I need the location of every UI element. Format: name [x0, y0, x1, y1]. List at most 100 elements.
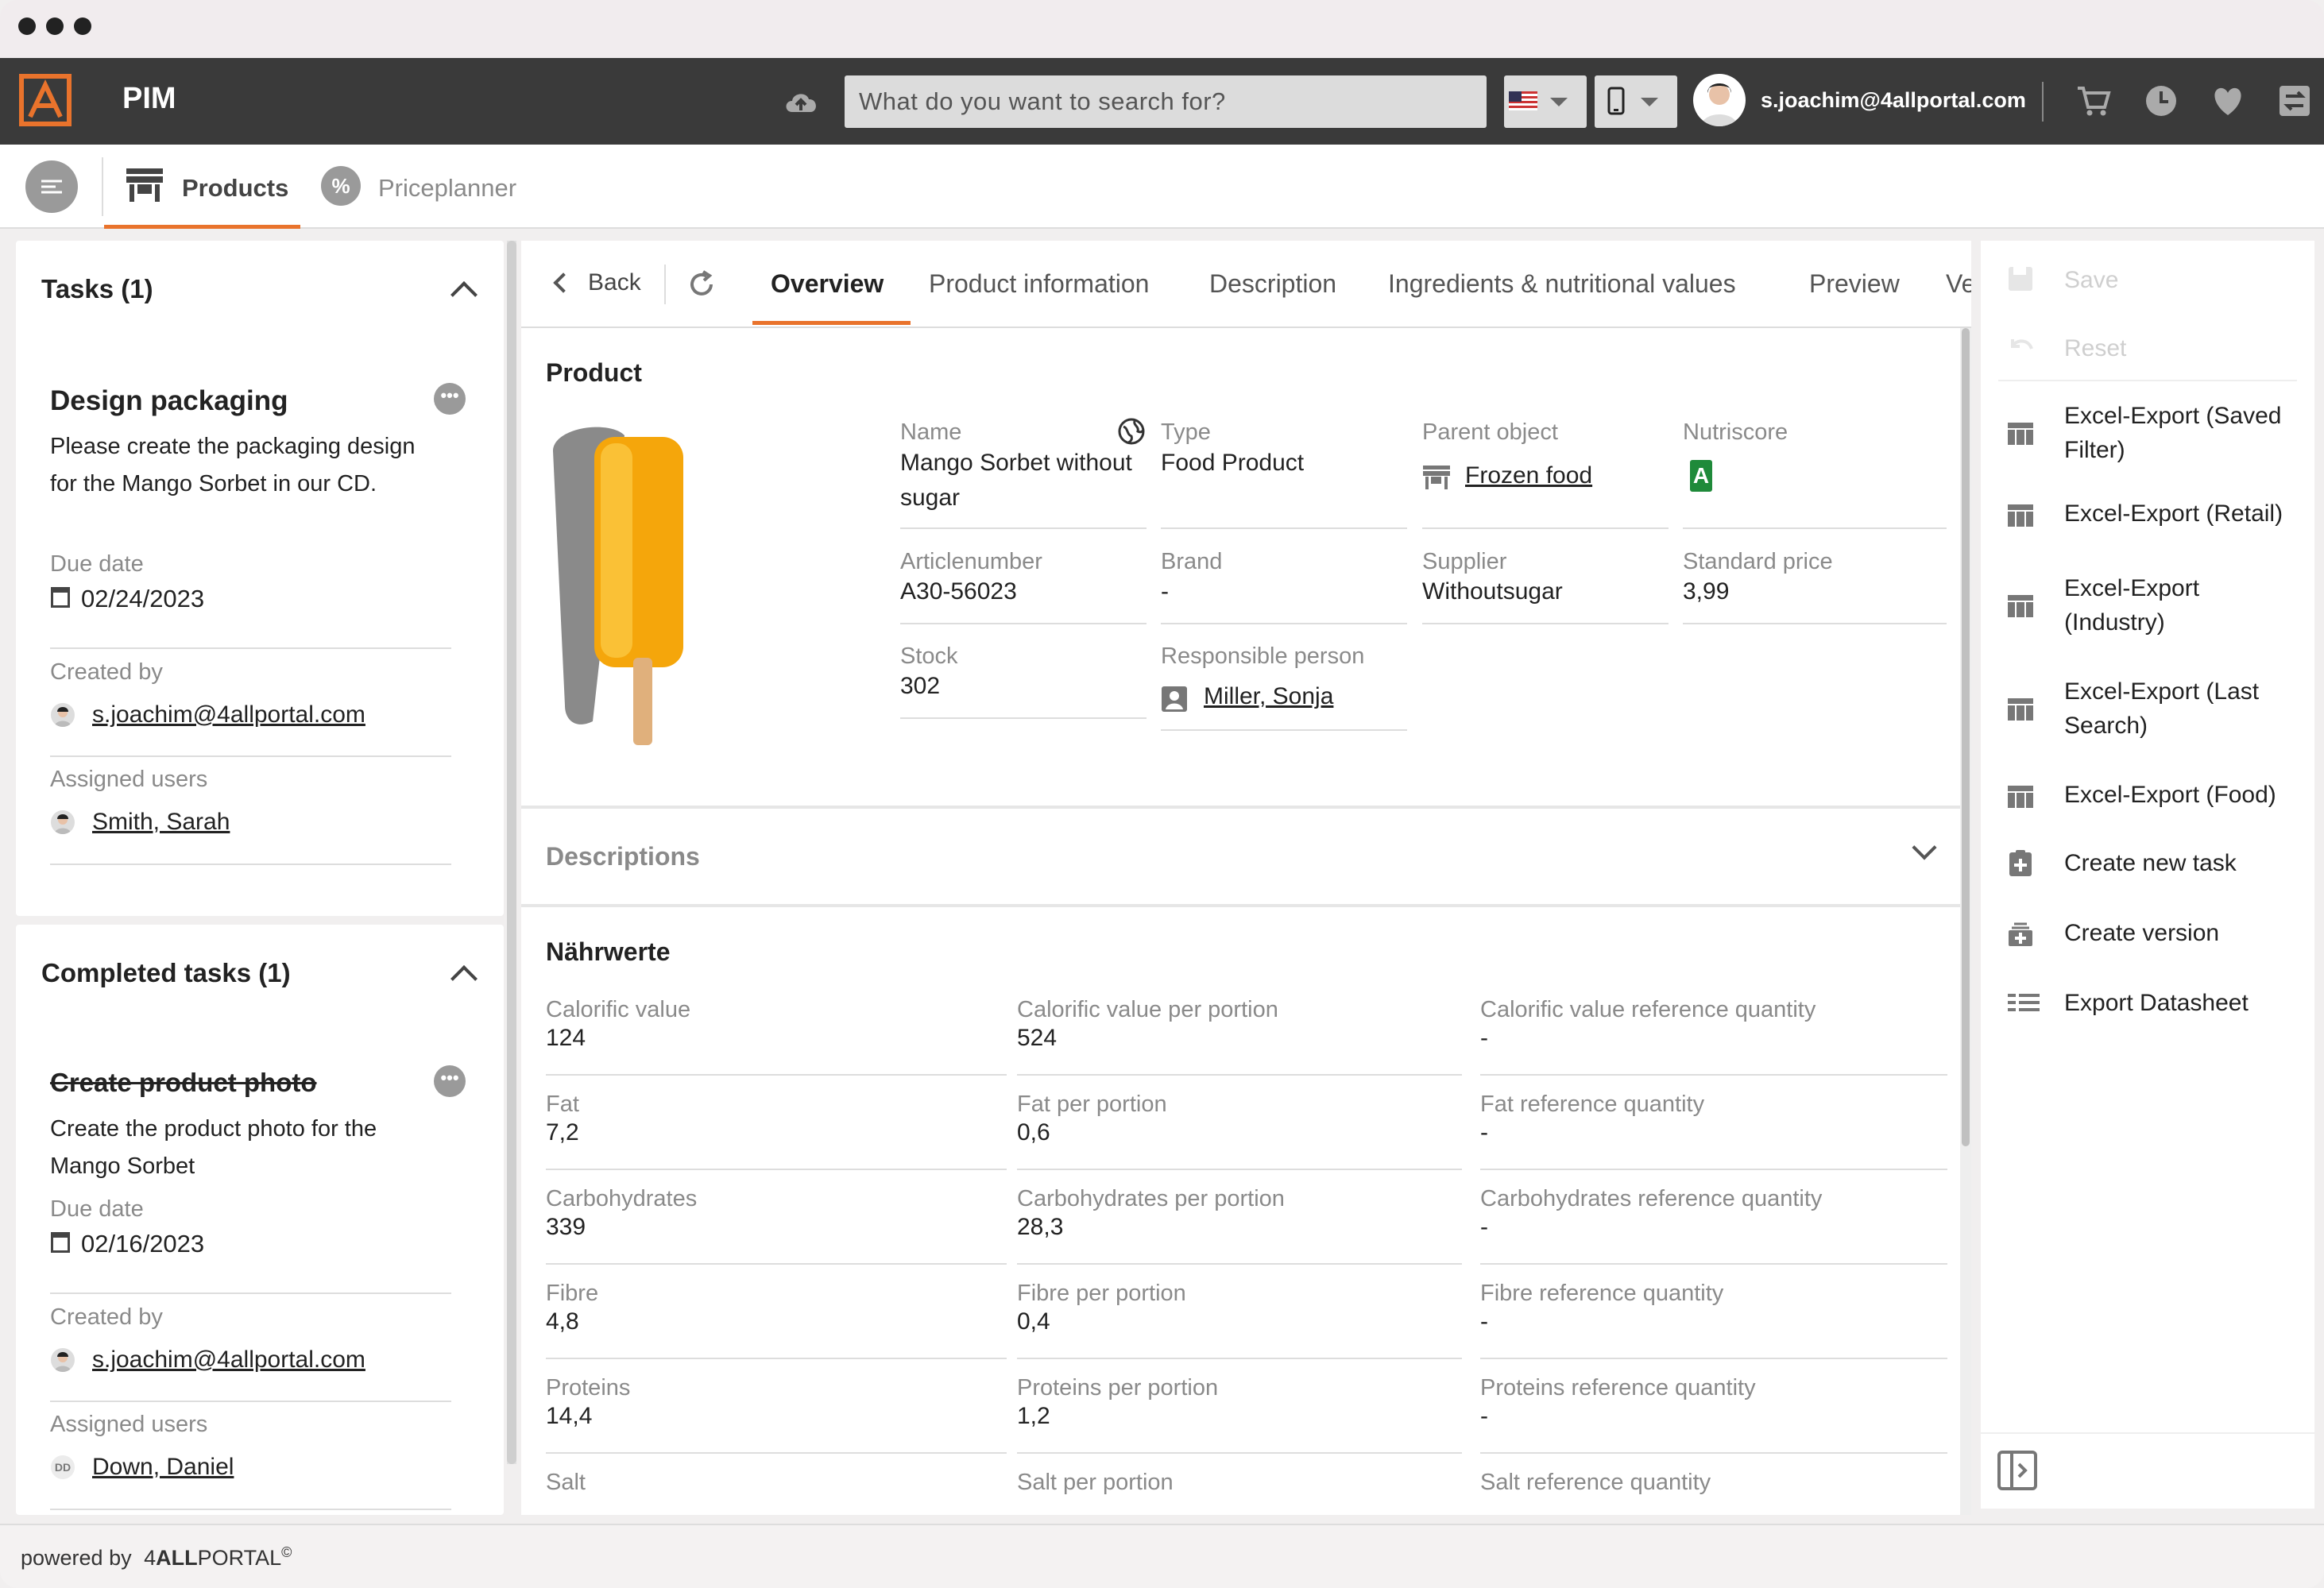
table-icon [2008, 698, 2033, 721]
excel-export-food-label: Excel-Export (Food) [2064, 782, 2276, 808]
tab-products[interactable]: Products [104, 145, 300, 229]
descriptions-title: Descriptions [546, 842, 700, 871]
footer: powered by 4ALLPORTAL© [0, 1524, 2324, 1588]
excel-export-industry-label: Excel-Export (Industry) [2064, 575, 2200, 636]
user-email[interactable]: s.joachim@4allportal.com [1761, 88, 2026, 113]
chevron-up-icon[interactable] [450, 281, 478, 308]
task-title[interactable]: Design packaging [50, 385, 288, 417]
user-avatar[interactable] [1693, 74, 1746, 126]
back-button[interactable]: Back [548, 265, 659, 304]
brand-value: - [1161, 578, 1169, 605]
assigned-user-link[interactable]: Smith, Sarah [92, 809, 230, 836]
mobile-device-icon [1607, 87, 1625, 115]
app-logo[interactable] [19, 74, 72, 126]
divider [1480, 1263, 1947, 1265]
divider [900, 623, 1147, 624]
nutrition-value: - [1480, 1214, 1488, 1240]
task-options-button[interactable]: ••• [434, 383, 466, 415]
copyright-mark: © [281, 1544, 292, 1560]
sidebar-scrollbar[interactable] [507, 241, 516, 1464]
tab-priceplanner-label: Priceplanner [378, 174, 517, 202]
tab-product-information[interactable]: Product information [929, 269, 1149, 299]
tasks-sidebar: Tasks (1) Design packaging ••• Please cr… [16, 241, 504, 1515]
export-datasheet-action[interactable]: Export Datasheet [1981, 983, 2314, 1027]
product-section-title: Product [546, 358, 642, 387]
actions-panel: Save Reset Excel-Export (Saved Filter) E… [1981, 241, 2314, 1509]
name-value: Mango Sorbet without sugar [900, 450, 1132, 511]
divider [1480, 1169, 1947, 1170]
completed-task-title[interactable]: Create product photo [50, 1068, 317, 1098]
chevron-up-icon[interactable] [450, 965, 478, 992]
task-add-icon [2009, 850, 2032, 876]
store-icon [1423, 466, 1450, 489]
calendar-icon [51, 587, 70, 608]
percent-icon: % [321, 166, 361, 206]
excel-export-last-search-label: Excel-Export (Last Search) [2064, 678, 2260, 739]
tab-more[interactable]: Ve [1946, 269, 1971, 299]
product-image[interactable] [545, 419, 704, 753]
collapse-panel-icon[interactable] [1997, 1450, 2038, 1491]
created-by-link[interactable]: s.joachim@4allportal.com [92, 701, 365, 728]
refresh-icon[interactable] [686, 269, 717, 300]
task-options-button[interactable]: ••• [434, 1065, 466, 1097]
parent-object-link[interactable]: Frozen food [1465, 458, 1592, 493]
window-zoom-dot[interactable] [74, 17, 91, 35]
save-action[interactable]: Save [1981, 258, 2314, 303]
cloud-upload-icon[interactable] [783, 87, 819, 115]
save-label: Save [2064, 267, 2119, 293]
user-avatar [51, 703, 75, 727]
nutrition-label: Carbohydrates reference quantity [1480, 1186, 1823, 1211]
search-input[interactable]: What do you want to search for? [845, 75, 1487, 128]
switch-icon[interactable] [2277, 83, 2312, 118]
chevron-down-icon [1641, 98, 1658, 106]
globe-icon[interactable] [1117, 417, 1146, 446]
tab-priceplanner[interactable]: % Priceplanner [318, 145, 524, 229]
supplier-label: Supplier [1422, 549, 1507, 574]
excel-export-industry-action[interactable]: Excel-Export (Industry) [1981, 568, 2314, 644]
divider [50, 1509, 451, 1510]
divider [50, 1401, 451, 1402]
window-minimize-dot[interactable] [46, 17, 64, 35]
device-select[interactable] [1595, 75, 1677, 128]
divider [1480, 1358, 1947, 1359]
stock-label: Stock [900, 643, 958, 669]
history-clock-icon[interactable] [2144, 83, 2179, 118]
tab-ingredients[interactable]: Ingredients & nutritional values [1388, 269, 1736, 299]
divider [1017, 1074, 1462, 1076]
divider [1422, 623, 1669, 624]
tab-description[interactable]: Description [1209, 269, 1336, 299]
nutrition-label: Salt reference quantity [1480, 1470, 1711, 1495]
created-by-link[interactable]: s.joachim@4allportal.com [92, 1347, 365, 1374]
brand-name: 4ALLPORTAL© [144, 1544, 292, 1570]
reset-action[interactable]: Reset [1981, 326, 2314, 371]
nutrition-label: Fibre reference quantity [1480, 1281, 1724, 1306]
tab-preview[interactable]: Preview [1809, 269, 1900, 299]
main-scrollbar[interactable] [1960, 328, 1971, 1515]
responsible-person-link[interactable]: Miller, Sonja [1204, 679, 1333, 714]
window-close-dot[interactable] [18, 17, 36, 35]
excel-export-saved-filter-action[interactable]: Excel-Export (Saved Filter) [1981, 396, 2314, 472]
descriptions-accordion[interactable]: Descriptions [521, 809, 1960, 904]
nutrition-label: Salt per portion [1017, 1470, 1174, 1495]
language-select[interactable] [1504, 75, 1587, 128]
articlenumber-value: A30-56023 [900, 578, 1017, 605]
nutrition-label: Fibre per portion [1017, 1281, 1186, 1306]
favorites-heart-icon[interactable] [2210, 83, 2245, 118]
completed-tasks-card: Completed tasks (1) Create product photo… [16, 925, 504, 1515]
excel-export-retail-action[interactable]: Excel-Export (Retail) [1981, 493, 2314, 538]
menu-toggle-button[interactable] [25, 160, 78, 213]
tab-overview[interactable]: Overview [771, 269, 884, 299]
create-task-action[interactable]: Create new task [1981, 843, 2314, 887]
due-date-label: Due date [50, 1196, 144, 1222]
divider [1480, 1074, 1947, 1076]
excel-export-last-search-action[interactable]: Excel-Export (Last Search) [1981, 671, 2314, 748]
create-version-action[interactable]: Create version [1981, 913, 2314, 957]
assigned-user-link[interactable]: Down, Daniel [92, 1454, 234, 1481]
tasks-card: Tasks (1) Design packaging ••• Please cr… [16, 241, 504, 916]
nutrition-label: Salt [546, 1470, 586, 1495]
name-label: Name [900, 419, 962, 445]
cart-icon[interactable] [2076, 83, 2111, 118]
chevron-down-icon [1550, 98, 1568, 106]
excel-export-food-action[interactable]: Excel-Export (Food) [1981, 775, 2314, 819]
divider [1480, 1452, 1947, 1454]
